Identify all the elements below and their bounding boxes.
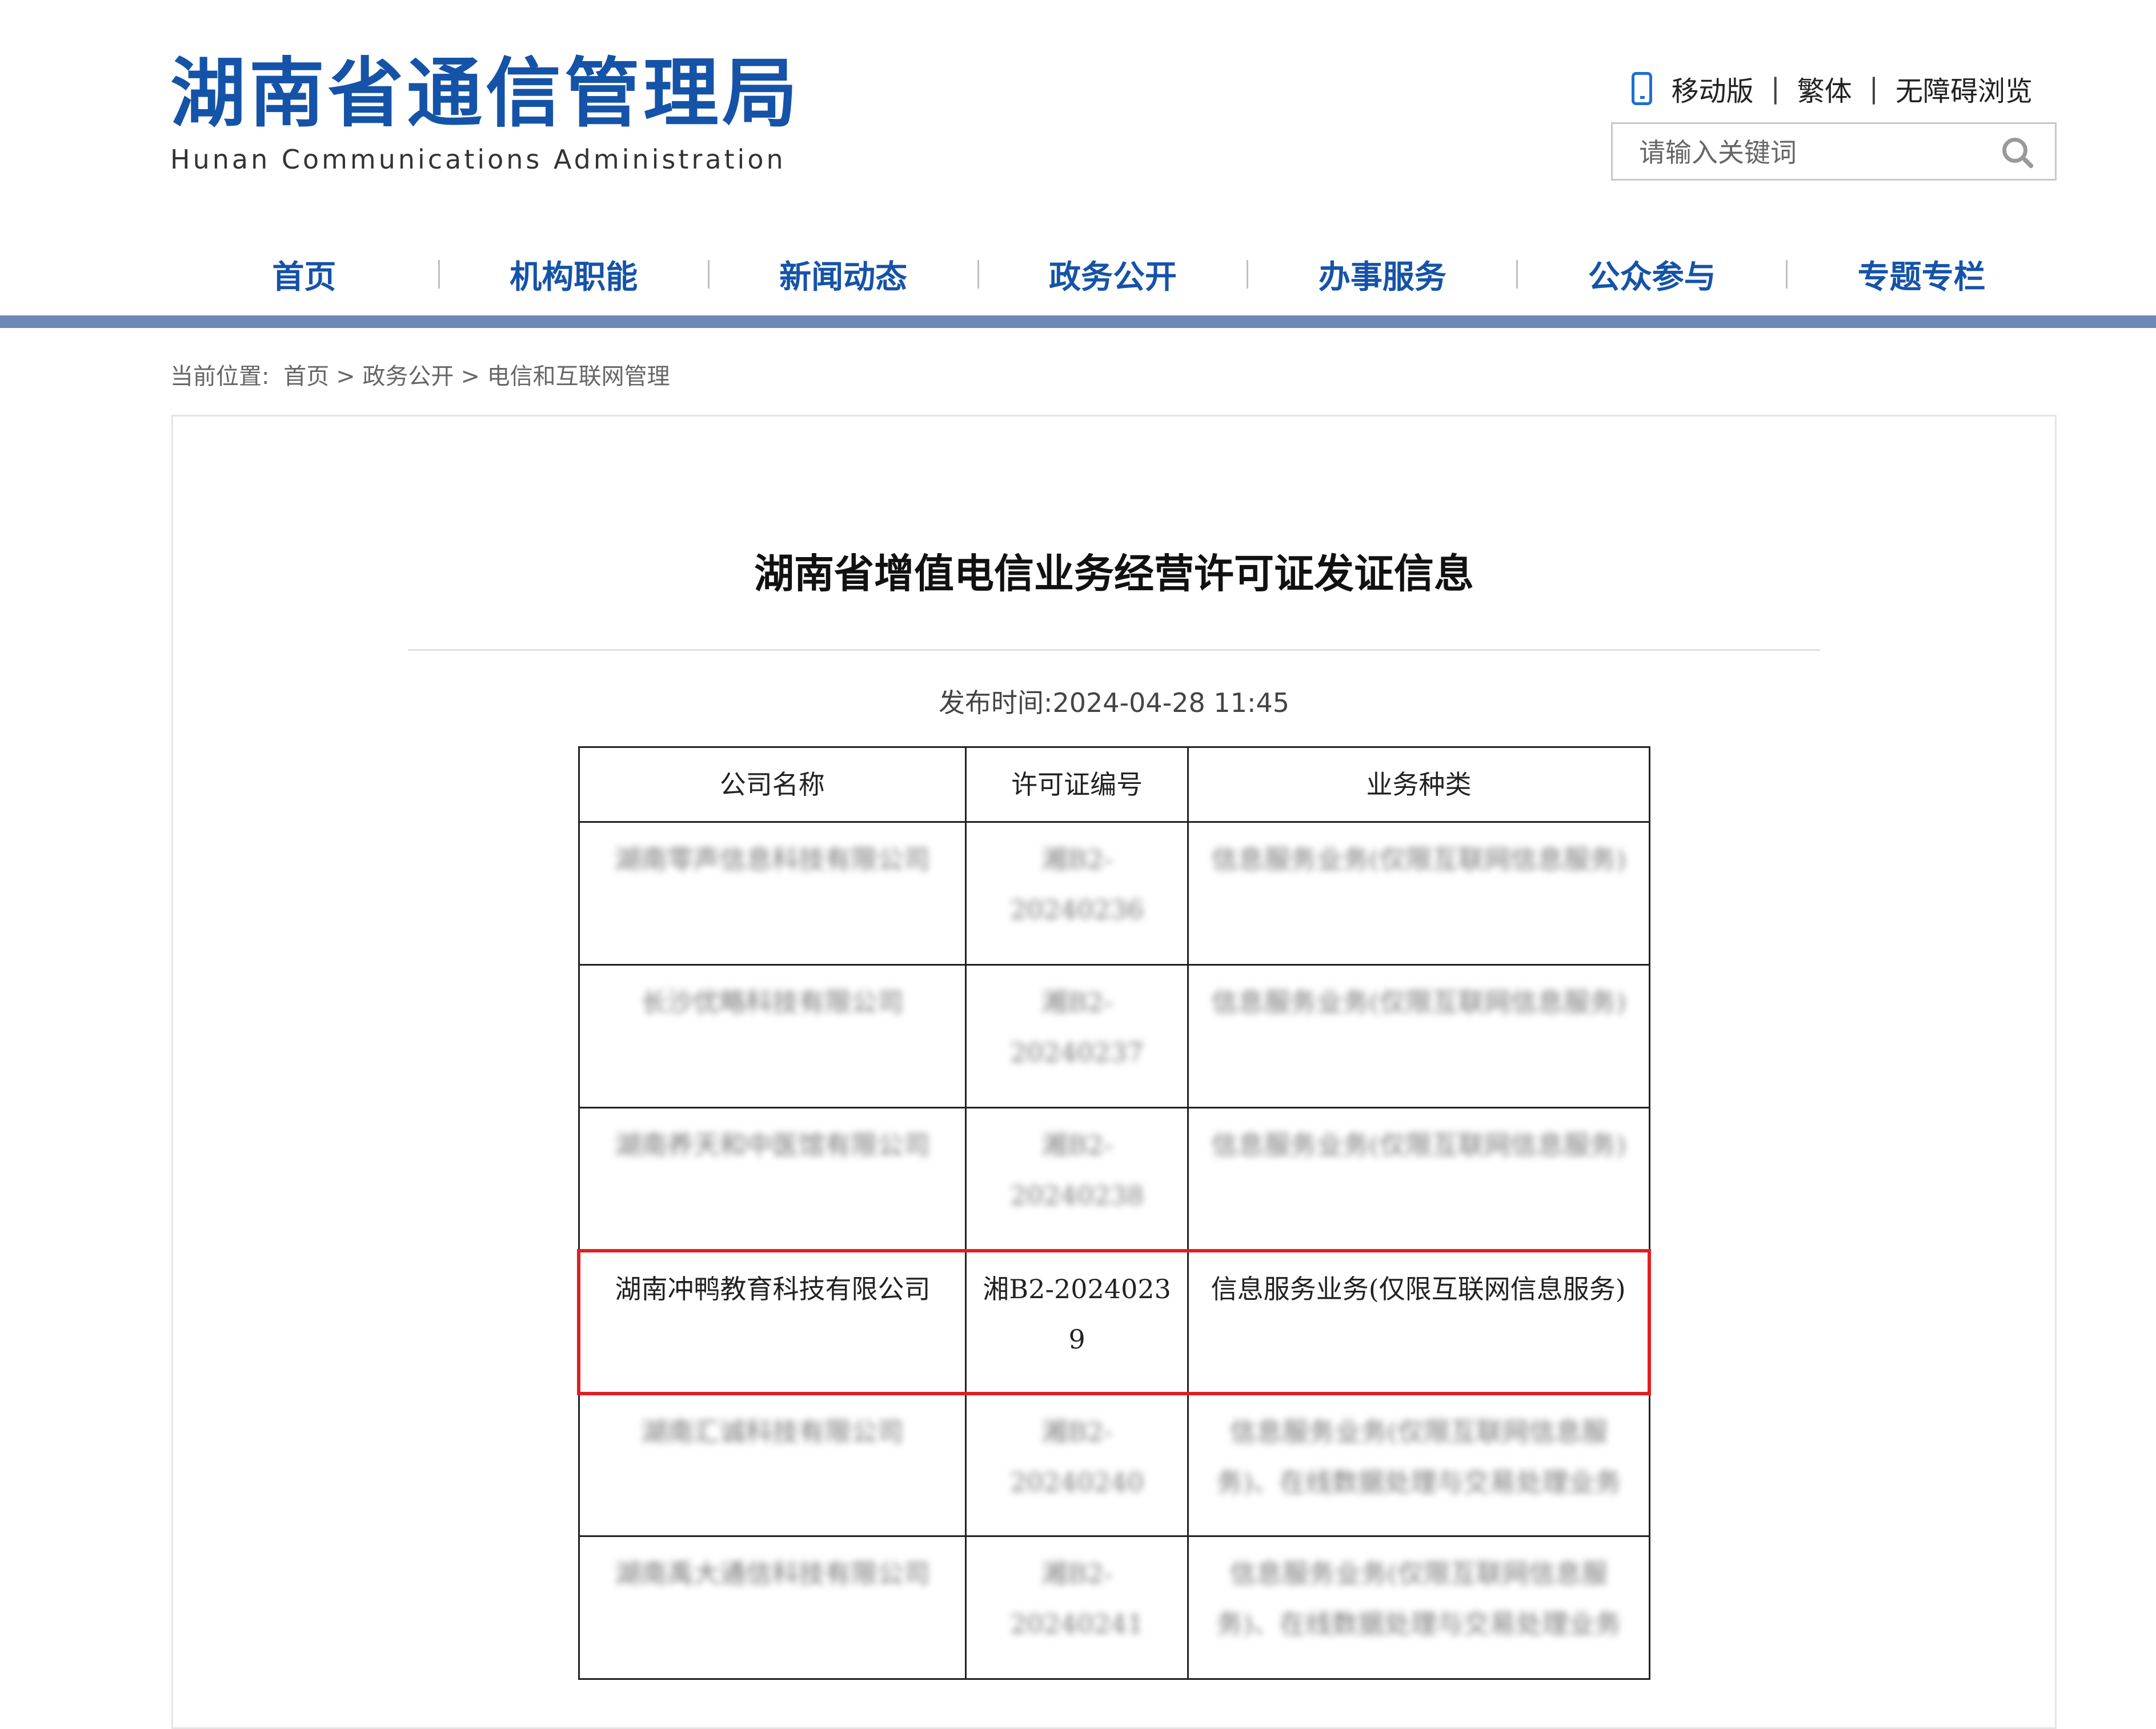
table-row: 湖南汇诚科技有限公司 湘B2-20240240 信息服务业务(仅限互联网信息服务… xyxy=(578,1392,1650,1537)
table-row: 湖南禹大通信科技有限公司 湘B2-20240241 信息服务业务(仅限互联网信息… xyxy=(578,1535,1650,1680)
table-row: 湖南养天和中医馆有限公司 湘B2-20240238 信息服务业务(仅限互联网信息… xyxy=(578,1107,1650,1251)
page: 湖南省通信管理局 Hunan Communications Administra… xyxy=(0,0,2156,1729)
license-table: 公司名称 许可证编号 业务种类 湖南零声信息科技有限公司 湘B2-2024023… xyxy=(576,746,1652,1680)
search-input[interactable] xyxy=(1638,132,1994,173)
table-header-row: 公司名称 许可证编号 业务种类 xyxy=(578,746,1650,823)
nav-underline-bar xyxy=(0,315,2156,328)
mobile-version-link[interactable]: 移动版 xyxy=(1672,69,1754,109)
breadcrumb-label: 当前位置: xyxy=(170,363,270,390)
service-cell: 信息服务业务(仅限互联网信息服务) xyxy=(1187,821,1650,966)
search-box xyxy=(1611,122,2057,181)
company-cell: 湖南零声信息科技有限公司 xyxy=(578,821,967,966)
license-cell: 湘B2-20240236 xyxy=(964,821,1189,966)
breadcrumb-home[interactable]: 首页 xyxy=(283,363,329,390)
license-cell: 湘B2-20240238 xyxy=(964,1107,1189,1251)
service-cell: 信息服务业务(仅限互联网信息服务) xyxy=(1187,1248,1652,1395)
company-cell: 湖南冲鸭教育科技有限公司 xyxy=(576,1248,967,1395)
company-cell: 湖南汇诚科技有限公司 xyxy=(578,1392,967,1537)
breadcrumb: 当前位置: 首页 > 政务公开 > 电信和互联网管理 xyxy=(170,363,670,390)
service-cell: 信息服务业务(仅限互联网信息服务) xyxy=(1187,1107,1650,1251)
divider: | xyxy=(1869,73,1878,105)
header-license-number: 许可证编号 xyxy=(964,746,1189,823)
table-row: 长沙优略科技有限公司 湘B2-20240237 信息服务业务(仅限互联网信息服务… xyxy=(578,964,1650,1108)
search-icon[interactable] xyxy=(2002,138,2027,163)
mobile-phone-icon xyxy=(1631,72,1652,105)
nav-item-government-affairs[interactable]: 政务公开 xyxy=(979,251,1247,298)
breadcrumb-government-affairs[interactable]: 政务公开 xyxy=(362,363,454,390)
divider: | xyxy=(1770,73,1780,105)
traditional-chinese-link[interactable]: 繁体 xyxy=(1797,69,1852,109)
highlighted-table-row: 湖南冲鸭教育科技有限公司 湘B2-2024023 9 信息服务业务(仅限互联网信… xyxy=(576,1248,1652,1395)
license-cell: 湘B2-20240240 xyxy=(964,1392,1189,1537)
article-title: 湖南省增值电信业务经营许可证发证信息 xyxy=(754,550,1474,597)
company-cell: 湖南禹大通信科技有限公司 xyxy=(578,1535,967,1680)
header-company: 公司名称 xyxy=(578,746,967,823)
title-divider xyxy=(408,649,1820,651)
license-cell: 湘B2-2024023 9 xyxy=(964,1248,1189,1395)
publish-time: 发布时间:2024-04-28 11:45 xyxy=(938,687,1289,718)
company-cell: 长沙优略科技有限公司 xyxy=(578,964,967,1108)
nav-item-home[interactable]: 首页 xyxy=(170,251,438,298)
license-cell: 湘B2-20240241 xyxy=(964,1535,1189,1680)
service-cell: 信息服务业务(仅限互联网信息服务) xyxy=(1187,964,1650,1108)
accessibility-link[interactable]: 无障碍浏览 xyxy=(1895,69,2033,109)
table-row: 湖南零声信息科技有限公司 湘B2-20240236 信息服务业务(仅限互联网信息… xyxy=(578,821,1650,966)
nav-item-services[interactable]: 办事服务 xyxy=(1248,251,1516,298)
site-logo-title[interactable]: 湖南省通信管理局 xyxy=(170,56,801,131)
nav-item-public-participation[interactable]: 公众参与 xyxy=(1518,251,1786,298)
top-links: 移动版 | 繁体 | 无障碍浏览 xyxy=(1631,69,2033,109)
header-service-type: 业务种类 xyxy=(1187,746,1650,823)
nav-item-organization[interactable]: 机构职能 xyxy=(440,251,708,298)
service-cell: 信息服务业务(仅限互联网信息服务)、在线数据处理与交易处理业务 xyxy=(1187,1535,1650,1680)
company-cell: 湖南养天和中医馆有限公司 xyxy=(578,1107,967,1251)
nav-item-news[interactable]: 新闻动态 xyxy=(710,251,977,298)
main-nav: 首页 机构职能 新闻动态 政务公开 办事服务 公众参与 专题专栏 xyxy=(170,246,2055,303)
breadcrumb-telecom-internet[interactable]: 电信和互联网管理 xyxy=(487,363,670,390)
license-cell: 湘B2-20240237 xyxy=(964,964,1189,1108)
nav-item-special-topics[interactable]: 专题专栏 xyxy=(1788,251,2055,298)
service-cell: 信息服务业务(仅限互联网信息服务)、在线数据处理与交易处理业务 xyxy=(1187,1392,1650,1537)
site-logo-subtitle: Hunan Communications Administration xyxy=(170,144,786,175)
